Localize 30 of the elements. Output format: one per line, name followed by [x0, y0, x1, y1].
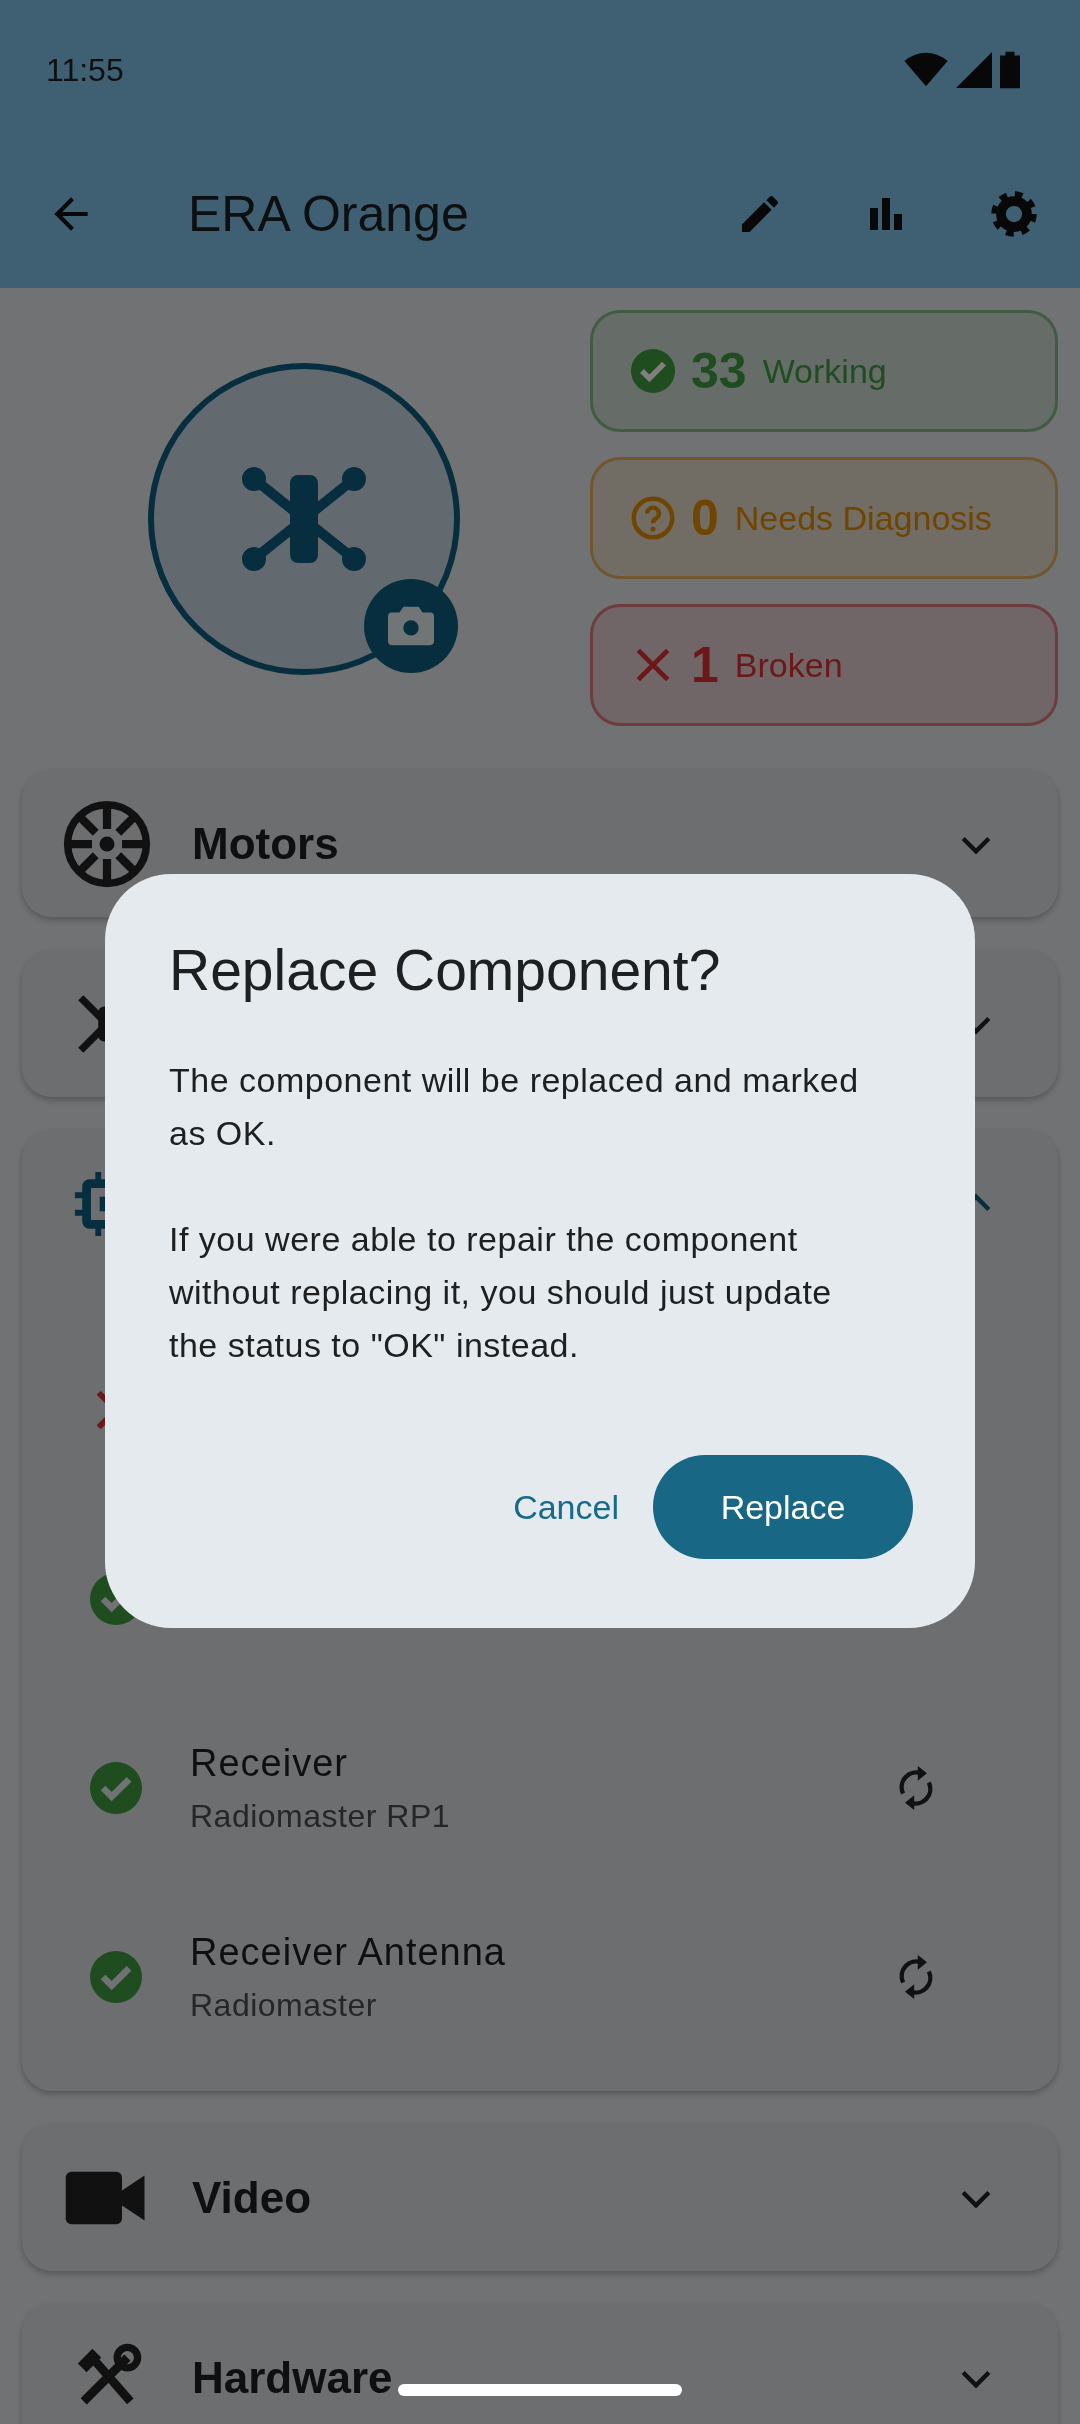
check-circle-icon [631, 349, 675, 393]
section-title: Video [192, 2171, 311, 2224]
dialog-title: Replace Component? [169, 937, 722, 1004]
section-title: Hardware [192, 2351, 393, 2404]
motor-icon [62, 798, 152, 889]
section-title: Motors [192, 817, 339, 870]
component-name: Receiver [190, 1741, 349, 1786]
status-count: 1 [691, 635, 719, 695]
status-label: Needs Diagnosis [734, 497, 992, 539]
check-circle-icon [90, 1950, 142, 2003]
check-circle-icon [90, 1761, 142, 1814]
status-time: 11:55 [46, 51, 124, 90]
screen-title: ERA Orange [188, 184, 469, 244]
status-count: 33 [691, 341, 747, 401]
status-label: Working [762, 350, 887, 392]
component-model: Radiomaster [190, 1986, 378, 2025]
component-model: Radiomaster RP1 [190, 1797, 451, 1836]
status-count: 0 [691, 488, 719, 548]
dialog-message: If you were able to repair the component without replacing it, you should just update the status to "OK" instead. [169, 1219, 833, 1367]
cancel-button[interactable]: Cancel [513, 1481, 619, 1533]
replace-button[interactable]: Replace [653, 1455, 913, 1560]
camera-icon [388, 606, 434, 646]
signal-icon [956, 52, 992, 88]
status-label: Broken [734, 644, 843, 686]
dialog-message: The component will be replaced and marked as OK. [169, 1060, 860, 1155]
settings-icon[interactable] [988, 188, 1040, 240]
battery-icon [1000, 51, 1020, 89]
question-circle-icon [631, 496, 675, 540]
wifi-icon [904, 52, 948, 88]
component-name: Receiver Antenna [190, 1930, 506, 1975]
